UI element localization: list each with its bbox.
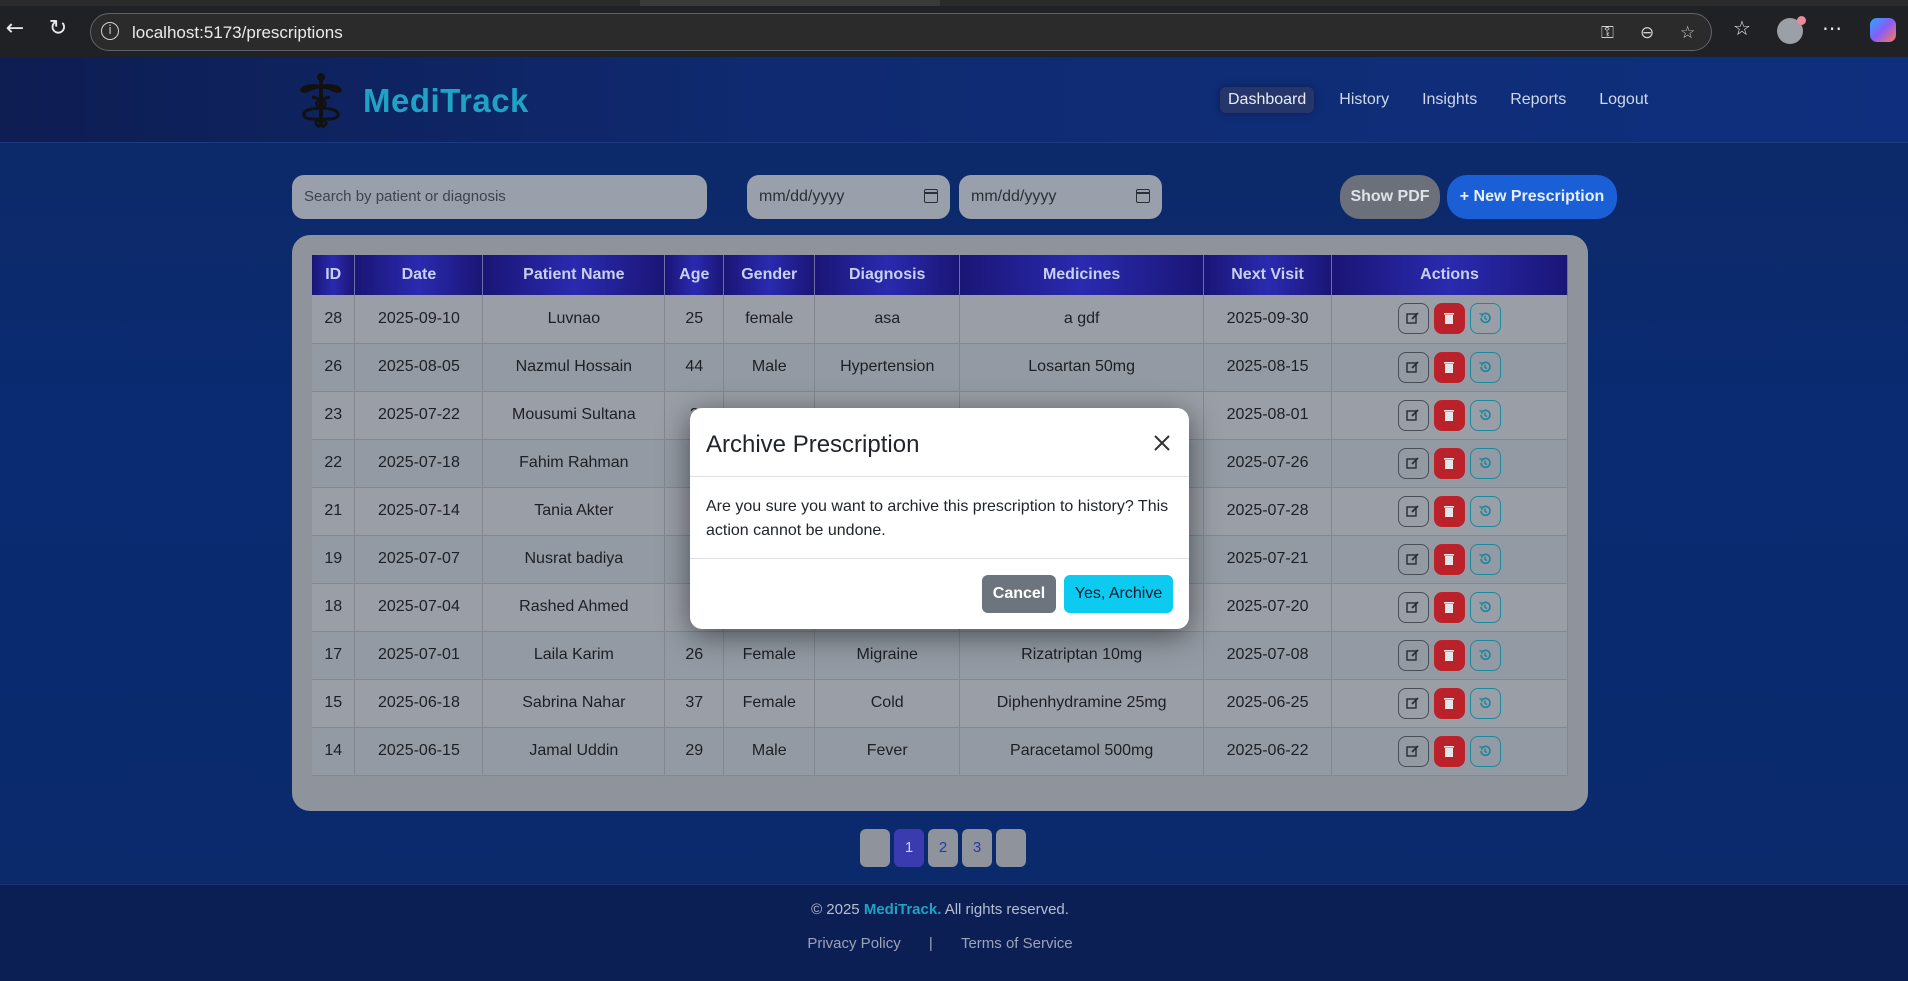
close-icon[interactable]: [1151, 432, 1173, 454]
confirm-archive-button[interactable]: Yes, Archive: [1064, 575, 1173, 613]
zoom-out-icon[interactable]: ⊖: [1640, 23, 1654, 43]
url-text[interactable]: localhost:5173/prescriptions: [132, 23, 343, 43]
favorites-icon[interactable]: ☆: [1733, 16, 1751, 40]
profile-avatar-icon[interactable]: [1777, 16, 1806, 44]
address-bar[interactable]: i localhost:5173/prescriptions ⚿ ⊖ ☆: [90, 13, 1712, 51]
back-icon[interactable]: ←: [2, 16, 28, 42]
key-icon[interactable]: ⚿: [1601, 23, 1614, 43]
more-options-icon[interactable]: ⋯: [1822, 16, 1842, 40]
tab-strip: [0, 0, 1908, 6]
archive-modal: Archive Prescription Are you sure you wa…: [690, 408, 1189, 629]
favorite-star-icon[interactable]: ☆: [1680, 23, 1695, 43]
modal-message: Are you sure you want to archive this pr…: [706, 498, 1169, 539]
active-tab[interactable]: [640, 0, 940, 6]
reload-icon[interactable]: ↻: [45, 16, 71, 42]
cancel-button[interactable]: Cancel: [982, 575, 1056, 613]
site-info-icon[interactable]: i: [101, 22, 119, 40]
modal-header: Archive Prescription: [690, 408, 1189, 477]
copilot-icon[interactable]: [1870, 18, 1896, 42]
browser-toolbar: ← ↻ i localhost:5173/prescriptions ⚿ ⊖ ☆…: [0, 0, 1908, 57]
modal-title: Archive Prescription: [706, 431, 920, 458]
